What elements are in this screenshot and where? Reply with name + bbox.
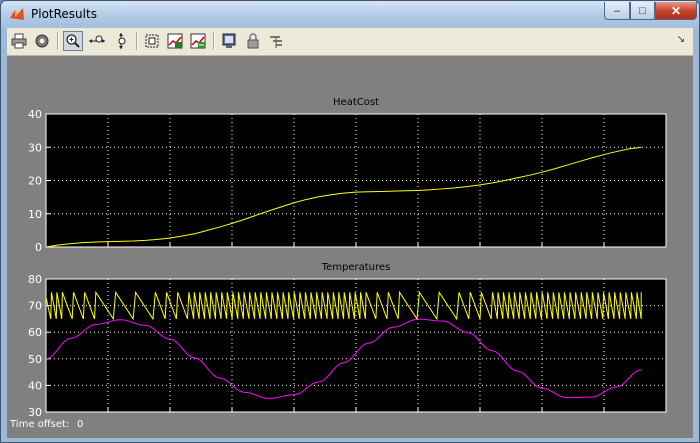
y-tick-label: 30 [28, 141, 42, 154]
zoom-in-button[interactable] [63, 31, 83, 51]
y-tick-label: 0 [35, 241, 42, 254]
time-offset-label: Time offset: [10, 419, 70, 430]
window-title: PlotResults [31, 7, 97, 21]
parameters-icon [35, 34, 49, 48]
toolbar: ↘ [7, 28, 693, 56]
y-tick-label: 20 [28, 175, 42, 188]
y-tick-label: 60 [28, 326, 42, 339]
zoom-y-button[interactable] [111, 31, 131, 51]
scope-client-area: ↘ HeatCost010203040Temperatures051015202… [7, 28, 693, 438]
lock-axes-icon [247, 33, 259, 49]
print-button[interactable] [9, 31, 29, 51]
y-tick-label: 10 [28, 208, 42, 221]
maximize-button[interactable]: □ [630, 2, 655, 20]
time-offset-value: 0 [77, 419, 84, 430]
toolbar-separator [213, 32, 215, 50]
y-tick-label: 50 [28, 353, 42, 366]
plot-results-window: PlotResults – □ ✕ ↘ HeatCost 0 10 20 30 … [0, 0, 700, 443]
signal-selection-button[interactable] [266, 31, 286, 51]
print-icon [11, 33, 27, 49]
toolbar-separator [57, 32, 59, 50]
title-bar[interactable]: PlotResults – □ ✕ [1, 1, 699, 28]
axes-title: HeatCost [333, 97, 379, 108]
y-tick-label: 40 [28, 379, 42, 392]
axes-title: Temperatures [321, 262, 391, 273]
y-tick-label: 80 [28, 273, 42, 286]
restore-axes-settings-icon [190, 33, 206, 49]
zoom-y-icon [118, 33, 126, 49]
close-button[interactable]: ✕ [655, 2, 697, 20]
toolbar-expand-button[interactable]: ↘ [675, 34, 687, 46]
zoom-x-button[interactable] [87, 31, 107, 51]
autoscale-icon [145, 34, 159, 48]
autoscale-button[interactable] [142, 31, 162, 51]
floating-scope-button[interactable] [219, 31, 239, 51]
signal-selection-icon [270, 36, 282, 48]
lock-axes-button[interactable] [243, 31, 263, 51]
zoom-x-icon [89, 35, 105, 43]
floating-scope-icon [222, 33, 236, 48]
close-icon: ✕ [670, 3, 682, 18]
status-bar: Time offset: 0 [7, 416, 693, 438]
scope-plots: HeatCost010203040Temperatures05101520253… [28, 97, 673, 428]
matlab-logo-icon [10, 8, 24, 20]
zoom-in-icon [66, 34, 80, 48]
parameters-button[interactable] [32, 31, 52, 51]
save-axes-settings-button[interactable] [165, 31, 185, 51]
toolbar-separator [136, 32, 138, 50]
maximize-icon: □ [639, 4, 646, 17]
save-axes-settings-icon [167, 33, 183, 49]
plot-area: HeatCost010203040Temperatures05101520253… [7, 56, 693, 428]
expand-arrow-icon: ↘ [676, 34, 686, 45]
minimize-button[interactable]: – [604, 2, 630, 20]
y-tick-label: 70 [28, 300, 42, 313]
y-tick-label: 40 [28, 108, 42, 121]
minimize-icon: – [613, 4, 621, 17]
restore-axes-settings-button[interactable] [188, 31, 208, 51]
